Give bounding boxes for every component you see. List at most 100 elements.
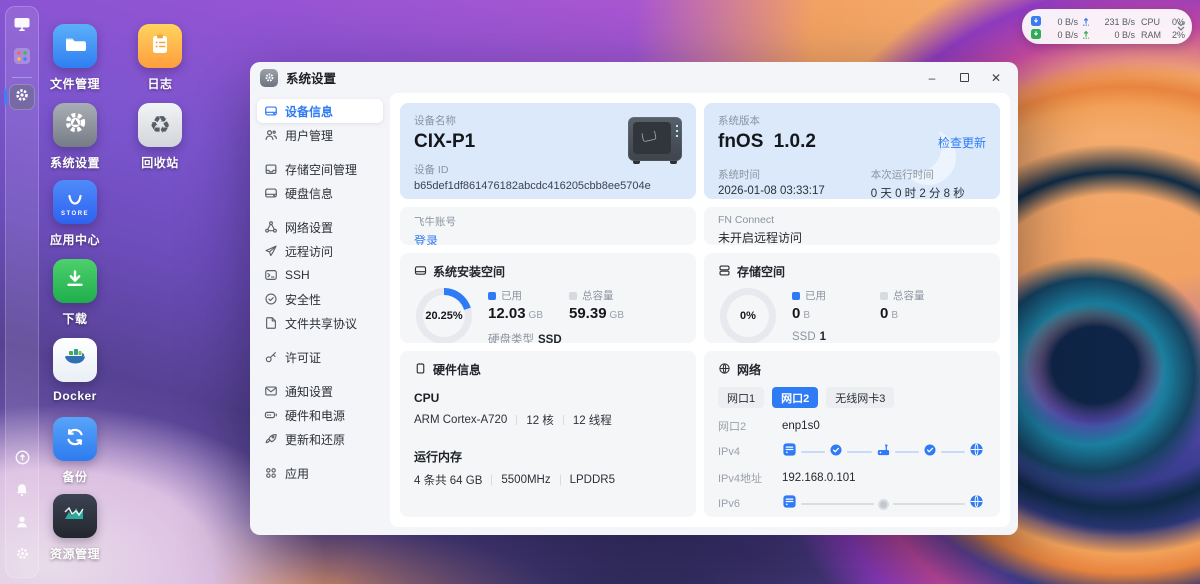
sync-icon [62, 424, 88, 455]
metric-label: CPU [1138, 17, 1164, 27]
version-label: 系统版本 [718, 113, 986, 128]
nas-icon [782, 442, 797, 462]
login-link[interactable]: 登录 [414, 232, 682, 245]
ram-label: 运行内存 [414, 448, 682, 465]
pending-dot-icon [878, 499, 889, 510]
nav-label: 通知设置 [285, 383, 333, 400]
desktop-icon-label: 回收站 [115, 154, 205, 171]
ipv4-address: 192.168.0.101 [782, 472, 986, 484]
card-title: 存储空间 [737, 263, 785, 280]
network-card: 网络 网口1 网口2 无线网卡3 网口2 enp1s0 IPv4 [704, 351, 1000, 517]
nav-item-apps[interactable]: 应用 [257, 461, 383, 485]
nav-item-notifications[interactable]: 通知设置 [257, 379, 383, 403]
maximize-button[interactable] [952, 67, 976, 89]
fn-account-card: 飞牛账号 登录 [400, 207, 696, 245]
nav-label: 设备信息 [285, 103, 333, 120]
nas-device-image [628, 117, 682, 161]
nav-item-device-info[interactable]: 设备信息 [257, 99, 383, 123]
nav-item-hardware-power[interactable]: 硬件和电源 [257, 403, 383, 427]
desktop-icon-system-settings[interactable]: 系统设置 [30, 103, 120, 171]
metric-label: RAM [1138, 30, 1164, 40]
device-info-panel: 设备名称 CIX-P1 设备 ID b65def1df861476182abcd… [390, 93, 1010, 527]
check-circle-icon [923, 443, 937, 462]
check-update-link[interactable]: 检查更新 [938, 134, 986, 151]
recycle-icon: ♻ [149, 111, 171, 139]
titlebar[interactable]: 系统设置 – ✕ [250, 62, 1018, 93]
storage-space-card: 存储空间 0% 已用 0B 总容量 [704, 253, 1000, 343]
close-button[interactable]: ✕ [984, 67, 1008, 89]
nav-item-file-sharing[interactable]: 文件共享协议 [257, 311, 383, 335]
desktop-icon-label: 应用中心 [30, 231, 120, 248]
nav-item-ssh[interactable]: SSH [257, 263, 383, 287]
tab-port2[interactable]: 网口2 [772, 387, 818, 408]
ipv4-path-diagram [782, 442, 986, 462]
nav-item-remote-access[interactable]: 远程访问 [257, 239, 383, 263]
desktop-icon-label: 备份 [30, 468, 120, 485]
dock-separator [12, 77, 32, 78]
legend-total: 总容量 59.39GB [569, 288, 624, 322]
gear-icon [15, 546, 30, 566]
port-label: 网口2 [718, 418, 782, 434]
app-icon [260, 69, 278, 87]
monitor-icon [13, 15, 31, 38]
check-circle-icon [829, 443, 843, 462]
legend-total: 总容量 0B [880, 288, 925, 322]
system-install-space-card: 系统安装空间 20.25% 已用 12.03GB 总容量 [400, 253, 696, 343]
docker-whale-icon [60, 343, 90, 378]
nav-label: 硬件和电源 [285, 407, 345, 424]
folder-icon [62, 31, 88, 62]
nav-item-disk-info[interactable]: 硬盘信息 [257, 181, 383, 205]
nas-icon [782, 494, 797, 514]
desktop-icon-file-manager[interactable]: 文件管理 [30, 24, 120, 92]
desktop: 文件管理 日志 系统设置 ♻ 回收站 STORE 应用中心 下载 [0, 0, 1200, 584]
legend-used: 已用 0B [792, 288, 854, 322]
desktop-icon-label: 系统设置 [30, 154, 120, 171]
disk-type-row: 硬盘类型SSD [488, 331, 682, 343]
minimize-button[interactable]: – [920, 67, 944, 89]
desktop-icon-logs[interactable]: 日志 [115, 24, 205, 92]
nav-label: 网络设置 [285, 219, 333, 236]
desktop-icon-backup[interactable]: 备份 [30, 417, 120, 485]
up-speed: 0 B/s [1095, 30, 1135, 40]
net-upload-icon [1081, 26, 1092, 44]
device-id-label: 设备 ID [414, 162, 682, 177]
system-settings-window: 系统设置 – ✕ 设备信息 用户管理 存储空间管理 硬盘 [250, 62, 1018, 535]
desktop-icon-docker[interactable]: Docker [30, 338, 120, 403]
nav-item-storage-pool[interactable]: 存储空间管理 [257, 157, 383, 181]
system-monitor-tray[interactable]: 0 B/s 231 B/s CPU 0% 0 B/s 0 B/s RAM 2% [1022, 9, 1192, 44]
desktop-icon-label: Docker [30, 389, 120, 403]
globe-icon [718, 362, 731, 378]
nav-item-user-management[interactable]: 用户管理 [257, 123, 383, 147]
circle-upload-icon [14, 449, 31, 471]
router-icon [876, 442, 891, 462]
nav-item-security[interactable]: 安全性 [257, 287, 383, 311]
up-speed: 231 B/s [1095, 17, 1135, 27]
clipboard-icon [147, 31, 173, 62]
desktop-icon-resource-monitor[interactable]: 资源管理 [30, 494, 120, 562]
nav-label: 更新和还原 [285, 431, 345, 448]
system-time-label: 系统时间 [718, 167, 825, 182]
nav-item-network-settings[interactable]: 网络设置 [257, 215, 383, 239]
desktop-icon-download[interactable]: 下载 [30, 259, 120, 327]
nav-label: 用户管理 [285, 127, 333, 144]
desktop-icon-app-center[interactable]: STORE 应用中心 [30, 180, 120, 248]
chevron-down-icon[interactable] [1176, 20, 1186, 38]
donut-percent: 0% [720, 288, 776, 343]
nav-item-license[interactable]: 许可证 [257, 345, 383, 369]
nav-label: 存储空间管理 [285, 161, 357, 178]
tab-wifi3[interactable]: 无线网卡3 [826, 387, 894, 408]
down-speed: 0 B/s [1045, 17, 1078, 27]
ipv6-label: IPv6 [718, 498, 782, 510]
desktop-icon-recycle-bin[interactable]: ♻ 回收站 [115, 103, 205, 171]
system-version-card: 系统版本 fnOS 1.0.2 检查更新 系统时间 2026-01-08 03:… [704, 103, 1000, 199]
hardware-info-card: 硬件信息 CPU ARM Cortex-A720 12 核 12 线程 运行内存… [400, 351, 696, 517]
tab-port1[interactable]: 网口1 [718, 387, 764, 408]
legend-used: 已用 12.03GB [488, 288, 543, 322]
tray-row: 0 B/s 0 B/s RAM 2% [1031, 26, 1172, 39]
port-value: enp1s0 [782, 420, 986, 432]
nav-label: 应用 [285, 465, 309, 482]
globe-icon [969, 494, 984, 514]
nav-label: 文件共享协议 [285, 315, 357, 332]
nav-item-update-restore[interactable]: 更新和还原 [257, 427, 383, 451]
chart-icon [60, 499, 90, 534]
